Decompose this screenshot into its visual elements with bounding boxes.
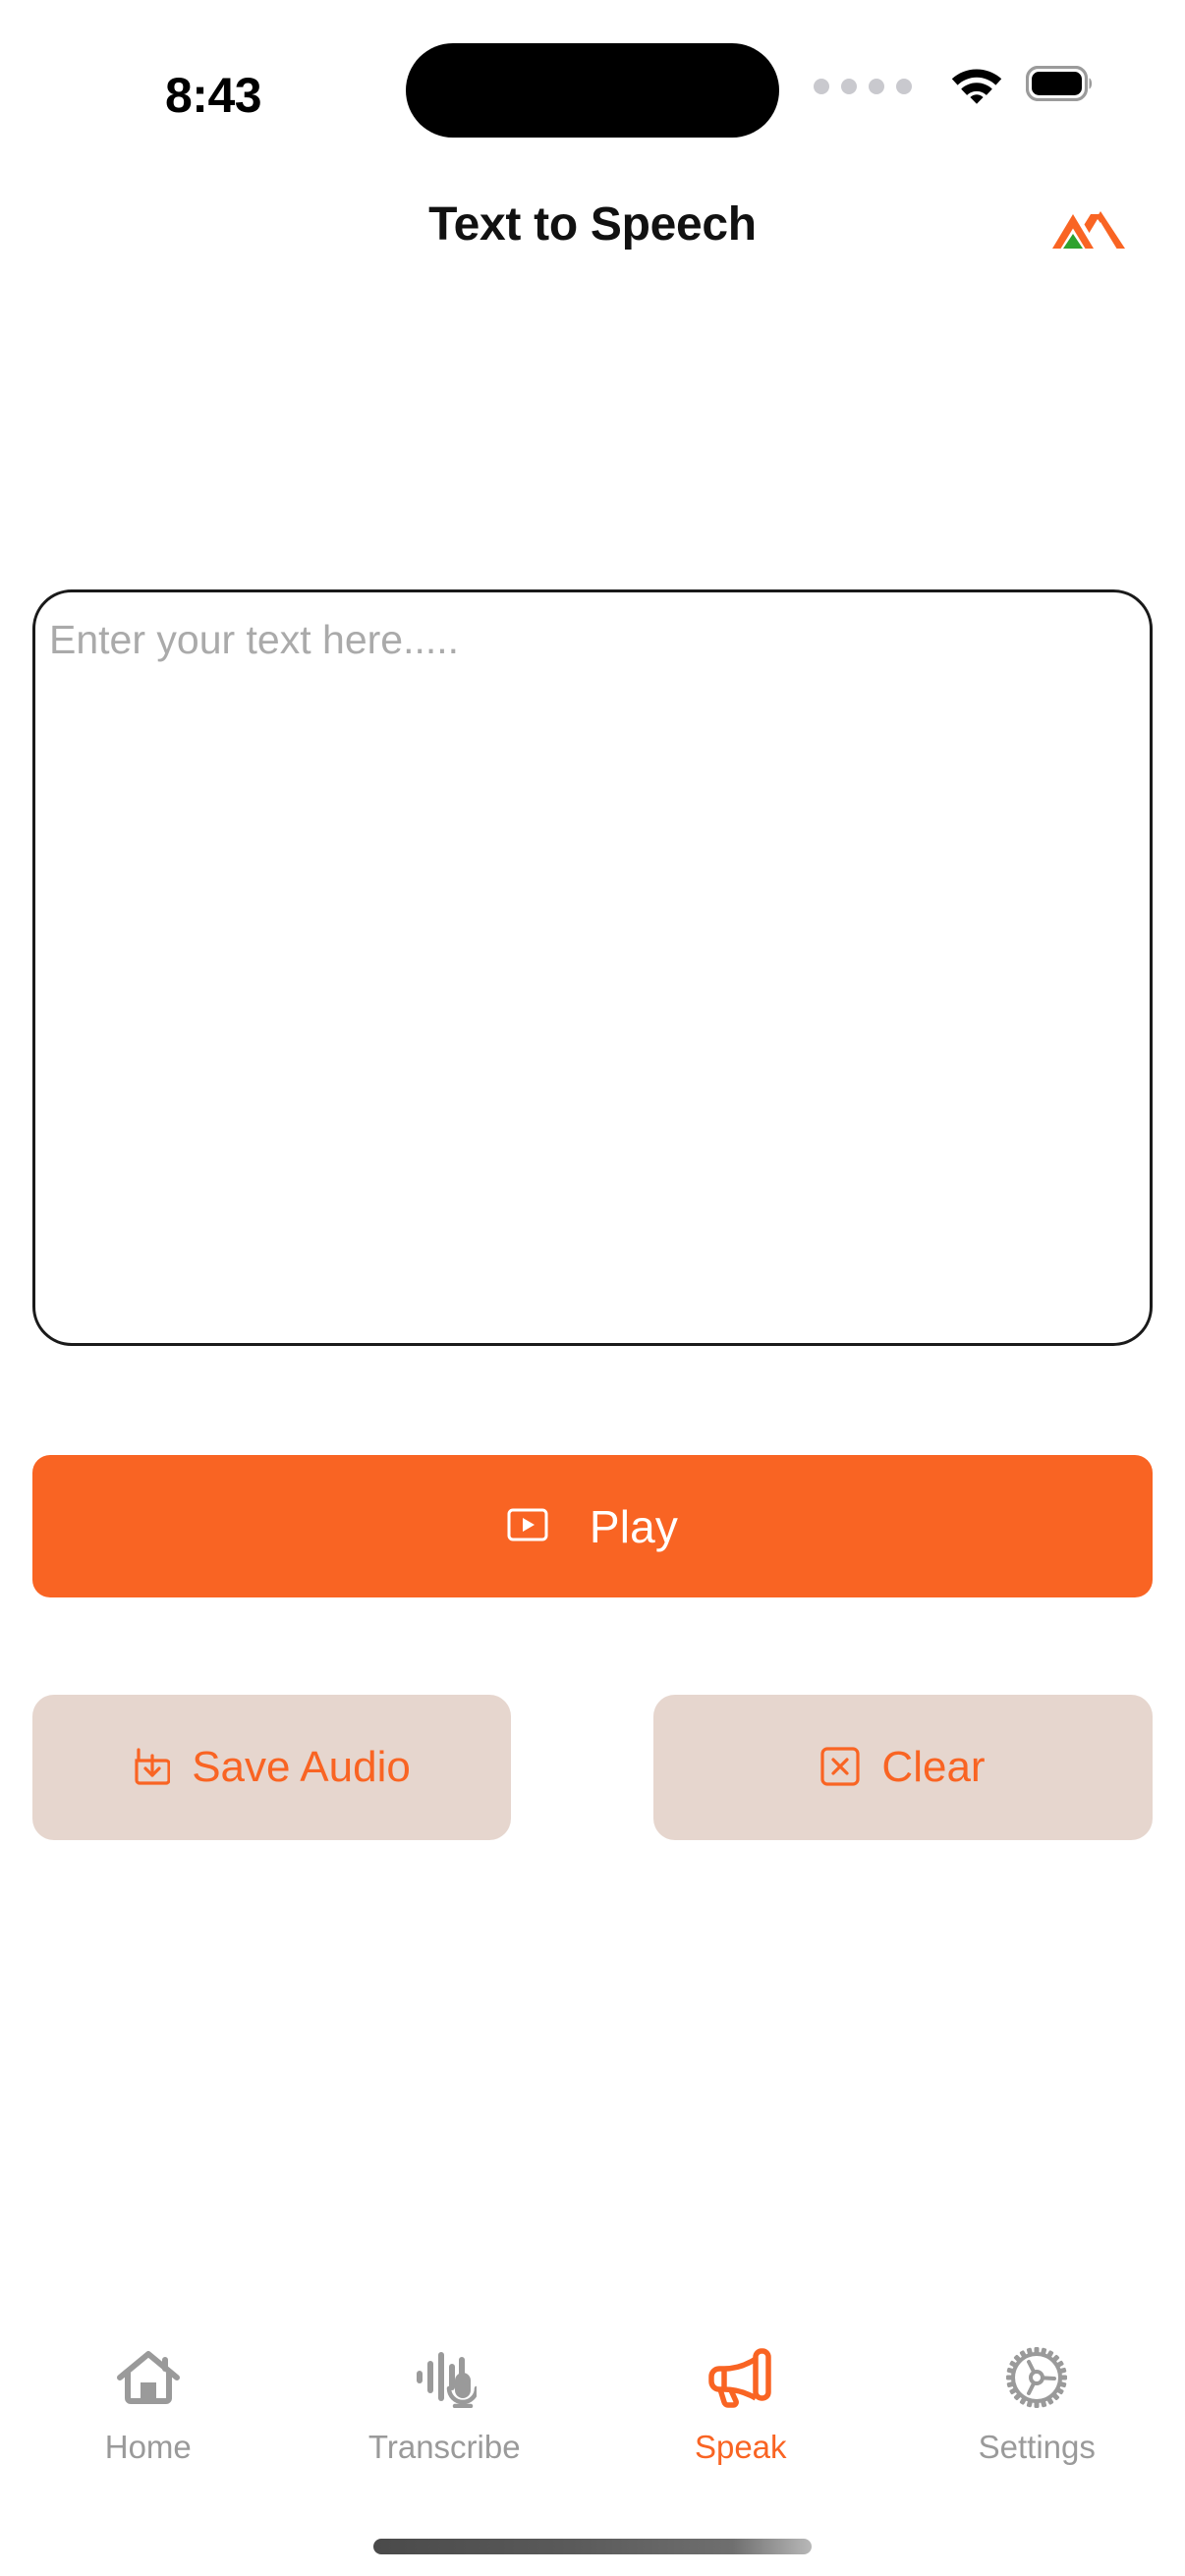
gear-icon [1005,2340,1068,2415]
download-tray-icon [133,1746,171,1790]
clear-button[interactable]: Clear [653,1695,1153,1840]
page-title: Text to Speech [428,198,757,251]
bottom-tab-bar: Home Transcribe Speak Settings [0,2321,1185,2495]
brand-mountain-logo-icon [1051,203,1126,251]
play-button[interactable]: Play [32,1455,1153,1597]
tab-settings-label: Settings [978,2429,1096,2465]
tab-transcribe[interactable]: Transcribe [336,2340,552,2466]
text-input-container[interactable]: Enter your text here..... [32,589,1153,1346]
battery-full-icon [1025,65,1095,106]
status-bar-indicators [814,63,1095,109]
status-bar-time: 8:43 [165,68,262,123]
megaphone-icon [706,2340,775,2415]
clear-label: Clear [881,1743,986,1791]
save-audio-label: Save Audio [192,1743,411,1791]
status-bar: 8:43 [0,0,1185,157]
tab-home-label: Home [104,2429,192,2465]
tab-speak-label: Speak [694,2429,787,2465]
signal-dots-icon [814,78,912,94]
tab-home[interactable]: Home [40,2340,256,2466]
play-button-label: Play [589,1500,679,1552]
waveform-microphone-icon [412,2340,478,2415]
tab-settings[interactable]: Settings [929,2340,1145,2466]
home-icon [116,2340,181,2415]
play-box-icon [507,1508,548,1544]
x-box-icon [820,1746,861,1789]
secondary-actions-row: Save Audio Clear [0,1695,1185,1852]
save-audio-button[interactable]: Save Audio [32,1695,511,1840]
app-header: Text to Speech [0,190,1185,266]
home-indicator[interactable] [373,2539,812,2554]
tab-speak[interactable]: Speak [633,2340,849,2466]
tab-transcribe-label: Transcribe [367,2429,521,2465]
text-input-placeholder: Enter your text here..... [49,617,460,662]
dynamic-island [406,43,779,138]
wifi-icon [949,63,1004,109]
